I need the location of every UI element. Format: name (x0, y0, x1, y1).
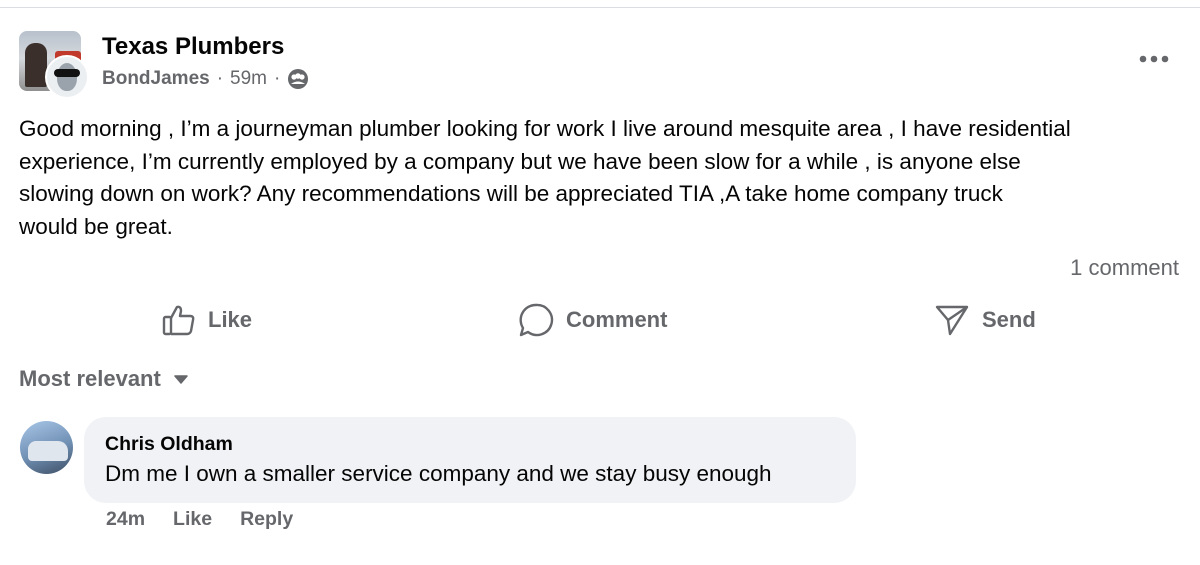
thumbs-up-icon (162, 305, 195, 336)
post-meta: BondJames · 59m · (102, 68, 309, 90)
meta-separator: · (216, 68, 224, 89)
commenter-name[interactable]: Chris Oldham (105, 433, 233, 456)
comment-label: Comment (566, 307, 668, 332)
commenter-avatar-vehicle (28, 441, 68, 461)
top-divider (0, 7, 1200, 8)
more-options-button[interactable] (1136, 47, 1172, 71)
commenter-avatar[interactable] (20, 421, 73, 474)
like-label: Like (208, 307, 253, 332)
comment-bubble-icon (519, 303, 554, 337)
comment-sort-dropdown[interactable]: Most relevant (19, 366, 189, 392)
like-button[interactable]: Like (162, 300, 252, 340)
group-photo-person (25, 43, 47, 87)
send-icon (935, 305, 969, 336)
comment-button[interactable]: Comment (518, 300, 667, 340)
sort-label: Most relevant (19, 366, 161, 391)
post-author[interactable]: BondJames (102, 68, 210, 90)
author-avatar[interactable] (45, 55, 89, 99)
comment-like-button[interactable]: Like (173, 508, 212, 531)
send-label: Send (982, 307, 1036, 332)
group-audience-icon (287, 68, 309, 90)
comment-count[interactable]: 1 comment (1070, 255, 1179, 281)
caret-down-icon (174, 375, 188, 384)
comment-actions: 24m Like Reply (106, 508, 293, 531)
meta-separator: · (274, 68, 281, 89)
send-button[interactable]: Send (934, 300, 1036, 340)
author-avatar-sunglasses (54, 69, 80, 77)
post-text: Good morning , I’m a journeyman plumber … (19, 116, 1071, 239)
comment-time[interactable]: 24m (106, 508, 145, 531)
comment-reply-button[interactable]: Reply (240, 508, 293, 531)
author-avatar-face (57, 63, 77, 91)
comment-bubble: Chris Oldham Dm me I own a smaller servi… (84, 417, 856, 503)
comment-text: Dm me I own a smaller service company an… (105, 461, 772, 486)
group-name[interactable]: Texas Plumbers (102, 33, 284, 61)
more-options-icon (1139, 55, 1169, 63)
post-time[interactable]: 59m (230, 68, 267, 90)
